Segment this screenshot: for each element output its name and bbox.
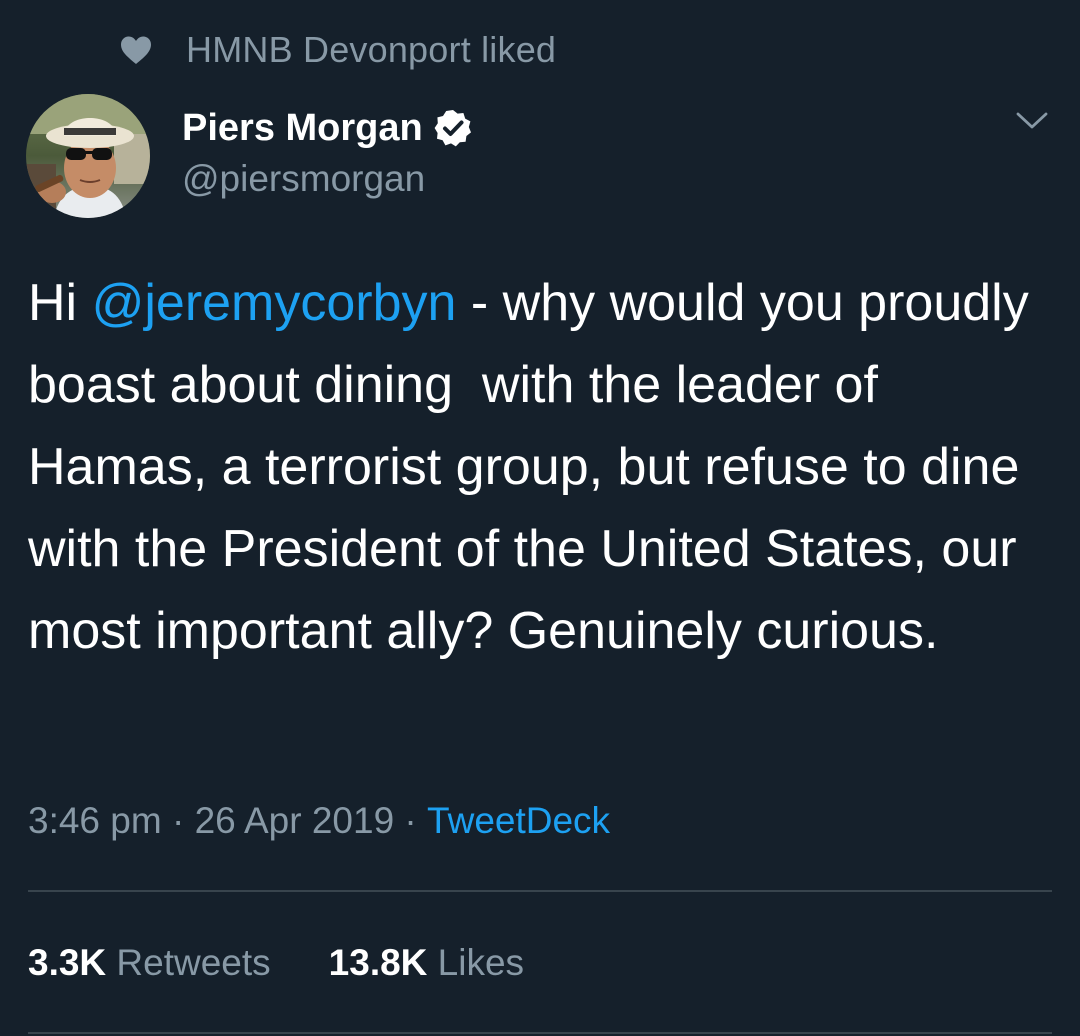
tweet-time[interactable]: 3:46 pm (28, 800, 162, 842)
tweet-date[interactable]: 26 Apr 2019 (195, 800, 395, 842)
divider (28, 890, 1052, 892)
engagement-stats: 3.3K Retweets 13.8K Likes (28, 938, 524, 988)
likes-count: 13.8K (328, 942, 428, 983)
chevron-down-icon[interactable] (1012, 106, 1052, 136)
divider (28, 1032, 1052, 1034)
tweet-meta: 3:46 pm · 26 Apr 2019 · TweetDeck (28, 796, 610, 846)
mention-link[interactable]: @jeremycorbyn (92, 274, 457, 332)
user-handle[interactable]: @piersmorgan (182, 158, 473, 200)
tweet-source-link[interactable]: TweetDeck (427, 800, 610, 842)
retweets-label: Retweets (106, 942, 271, 983)
heart-icon (120, 35, 152, 65)
social-context-label: HMNB Devonport liked (186, 29, 557, 70)
tweet-text: Hi @jeremycorbyn - why would you proudly… (28, 262, 1058, 672)
social-context[interactable]: HMNB Devonport liked (120, 28, 556, 72)
retweets-count: 3.3K (28, 942, 107, 983)
author-block[interactable]: Piers Morgan @piersmorgan (182, 100, 473, 200)
display-name[interactable]: Piers Morgan (182, 107, 423, 150)
likes-stat[interactable]: 13.8K Likes (329, 942, 524, 984)
retweets-stat[interactable]: 3.3K Retweets (28, 942, 271, 984)
meta-separator: · (394, 800, 428, 841)
verified-badge-icon (433, 108, 473, 148)
likes-label: Likes (427, 942, 525, 983)
tweet-text-start: Hi (28, 274, 92, 332)
avatar[interactable] (26, 94, 150, 218)
meta-separator: · (161, 800, 195, 841)
name-row: Piers Morgan (182, 100, 473, 156)
